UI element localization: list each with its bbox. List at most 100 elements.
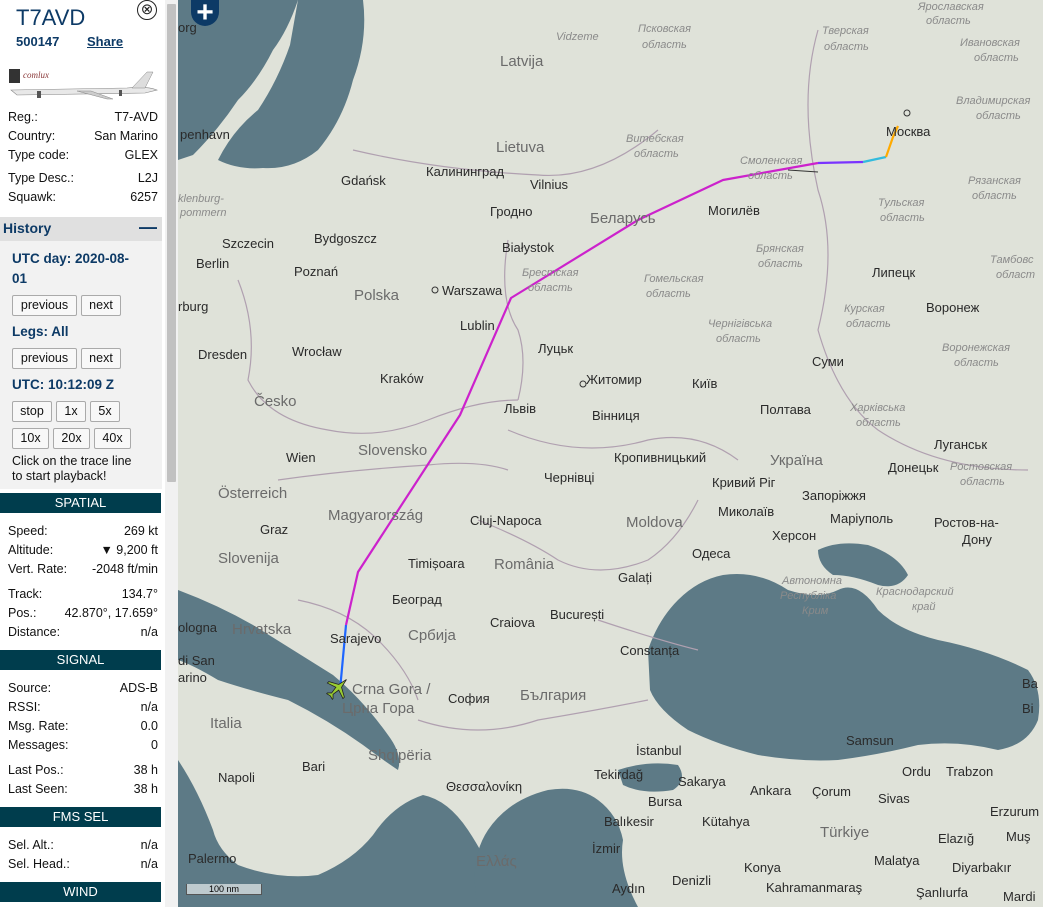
signal-header: SIGNAL: [0, 650, 161, 670]
field-key: RSSI:: [8, 700, 41, 714]
spatial-row-speed: Speed: 269 kt: [8, 524, 158, 540]
field-value: ADS-B: [119, 681, 158, 695]
city-label: Кропивницький: [614, 450, 706, 465]
region-label: Чернігівська: [708, 318, 772, 330]
day-next-button[interactable]: next: [81, 295, 121, 316]
leg-previous-button[interactable]: previous: [12, 348, 77, 369]
detail-value: GLEX: [124, 148, 158, 162]
country-label: Moldova: [626, 514, 683, 531]
city-label: Дону: [962, 532, 992, 547]
region-label: область: [974, 52, 1019, 64]
leg-next-button[interactable]: next: [81, 348, 121, 369]
region-label: область: [748, 170, 793, 182]
field-key: Sel. Alt.:: [8, 838, 54, 852]
city-label: Malatya: [874, 853, 920, 868]
city-label: Миколаїв: [718, 504, 774, 519]
region-label: Витебская: [626, 133, 684, 145]
trace-departure-descent[interactable]: [817, 160, 864, 165]
city-label: Полтава: [760, 402, 812, 417]
field-key: Pos.:: [8, 606, 37, 620]
speed-5x-button[interactable]: 5x: [90, 401, 120, 422]
fms-row-sel-head: Sel. Head.: n/a: [8, 857, 158, 873]
speed-40x-button[interactable]: 40x: [94, 428, 131, 449]
city-label: Воронеж: [926, 300, 980, 315]
day-previous-button[interactable]: previous: [12, 295, 77, 316]
city-label: Samsun: [846, 733, 894, 748]
detail-key: Type code:: [8, 148, 70, 162]
city-label: ologna: [178, 620, 218, 635]
field-key: Speed:: [8, 524, 48, 538]
aircraft-photo[interactable]: comlux: [7, 66, 159, 102]
close-icon[interactable]: ⊗: [137, 0, 157, 20]
city-label: Denizli: [672, 873, 711, 888]
region-label: Рязанская: [968, 175, 1021, 187]
history-header[interactable]: History —: [0, 217, 162, 241]
country-label: Österreich: [218, 484, 287, 502]
city-label: org: [178, 20, 197, 35]
signal-row-msg-rate: Msg. Rate: 0.0: [8, 719, 158, 735]
map-view[interactable]: Latvija Lietuva Беларусь Polska Česko Sl…: [178, 0, 1043, 907]
region-label: Курская: [844, 303, 885, 315]
speed-20x-button[interactable]: 20x: [53, 428, 90, 449]
scrollbar-thumb[interactable]: [167, 4, 176, 482]
fms-header: FMS SEL: [0, 807, 161, 827]
spatial-row-distance: Distance: n/a: [8, 625, 158, 641]
country-label: Shqipëria: [368, 747, 432, 764]
country-label: Србија: [408, 627, 456, 644]
region-label: Владимирская: [956, 95, 1030, 107]
field-value: ▼ 9,200 ft: [100, 543, 158, 557]
field-key: Last Pos.:: [8, 763, 64, 777]
region-label: область: [976, 110, 1021, 122]
city-label: Dresden: [198, 347, 247, 362]
city-label: Одеса: [692, 546, 731, 561]
trace-departure-climb[interactable]: [862, 155, 887, 164]
city-label: Palermo: [188, 851, 236, 866]
map-canvas[interactable]: Latvija Lietuva Беларусь Polska Česko Sl…: [178, 0, 1043, 907]
city-label: di San: [178, 653, 215, 668]
playback-stop-button[interactable]: stop: [12, 401, 52, 422]
airline-logo-icon: [9, 69, 20, 83]
region-label: Ярославская: [917, 1, 984, 13]
region-label: Тульская: [878, 197, 925, 209]
region-label: область: [716, 333, 761, 345]
share-link[interactable]: Share: [87, 34, 123, 49]
region-label: област: [996, 269, 1035, 281]
country-label: Беларусь: [590, 210, 656, 227]
city-label: Aydın: [612, 881, 645, 896]
city-label: Sakarya: [678, 774, 726, 789]
speed-10x-button[interactable]: 10x: [12, 428, 49, 449]
detail-row-type-code: Type code: GLEX: [8, 148, 158, 164]
city-label: Суми: [812, 354, 844, 369]
country-label: Црна Гора: [342, 700, 415, 717]
signal-row-rssi: RSSI: n/a: [8, 700, 158, 716]
city-label: София: [448, 691, 490, 706]
legs-label: Legs: All: [12, 324, 69, 339]
region-label: область: [758, 258, 803, 270]
spatial-header: SPATIAL: [0, 493, 161, 513]
field-value: n/a: [140, 857, 158, 871]
speed-1x-button[interactable]: 1x: [56, 401, 86, 422]
collapse-icon[interactable]: —: [139, 217, 157, 238]
city-label: Mardi: [1003, 889, 1036, 904]
country-label: Slovenija: [218, 550, 280, 567]
airline-logo-text: comlux: [23, 70, 49, 80]
adriatic-sea: [178, 590, 400, 770]
region-label: область: [960, 476, 1005, 488]
hint-line: to start playback!: [12, 469, 107, 483]
region-label: Смоленская: [740, 155, 803, 167]
sidebar-scrollbar[interactable]: [165, 0, 178, 907]
detail-row-squawk: Squawk: 6257: [8, 190, 158, 206]
signal-row-source: Source: ADS-B: [8, 681, 158, 697]
detail-row-country: Country: San Marino: [8, 129, 158, 145]
region-label: Брестская: [522, 267, 579, 279]
field-key: Track:: [8, 587, 43, 601]
country-label: Česko: [254, 393, 297, 410]
city-label: Маріуполь: [830, 511, 893, 526]
city-label: Vilnius: [530, 177, 569, 192]
city-label: Херсон: [772, 528, 816, 543]
city-label: Кривий Ріг: [712, 475, 776, 490]
wind-header: WIND: [0, 882, 161, 902]
detail-key: Reg.:: [8, 110, 38, 124]
city-label: Cluj-Napoca: [470, 513, 542, 528]
city-label: Гродно: [490, 204, 532, 219]
